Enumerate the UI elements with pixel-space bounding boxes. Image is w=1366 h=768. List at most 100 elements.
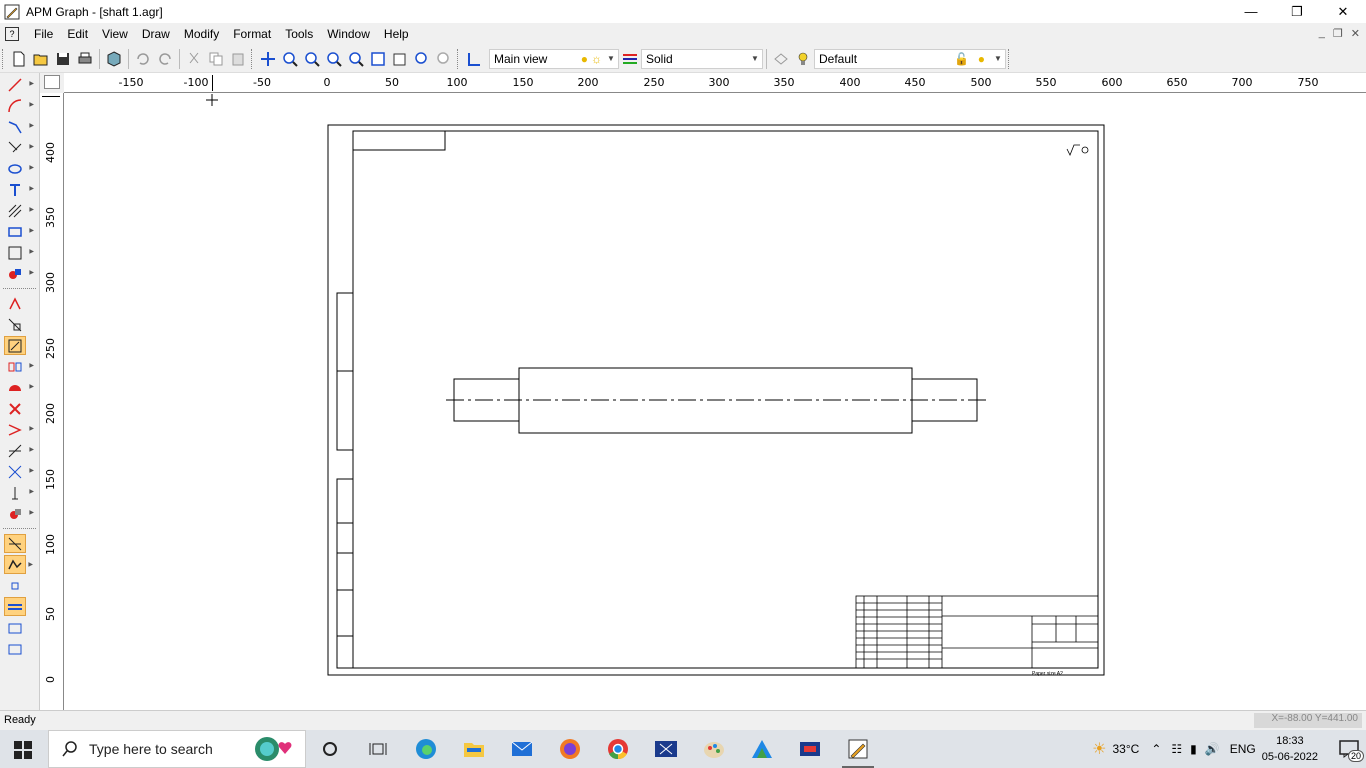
- ortho-mode-icon[interactable]: [4, 534, 26, 553]
- mail-icon[interactable]: [498, 730, 546, 768]
- menu-window[interactable]: Window: [320, 27, 377, 41]
- language-indicator[interactable]: ENG: [1230, 742, 1256, 756]
- temperature-text[interactable]: 33°C: [1113, 742, 1140, 756]
- toolbar-grip-4[interactable]: [1008, 48, 1011, 69]
- break-tool-icon[interactable]: ▶: [4, 462, 34, 481]
- clock[interactable]: 18:33 05-06-2022: [1262, 733, 1318, 765]
- cut-button[interactable]: [183, 48, 205, 70]
- apm-app-icon[interactable]: [738, 730, 786, 768]
- windows-start-icon[interactable]: [14, 741, 32, 762]
- zoom-realtime-icon[interactable]: [323, 48, 345, 70]
- menu-help[interactable]: Help: [377, 27, 416, 41]
- zoom-previous-icon[interactable]: [389, 48, 411, 70]
- copy-button[interactable]: [205, 48, 227, 70]
- cortana-icon[interactable]: [306, 730, 354, 768]
- grid-snap-icon[interactable]: [4, 576, 26, 595]
- menu-tools[interactable]: Tools: [278, 27, 320, 41]
- file-explorer-icon[interactable]: [450, 730, 498, 768]
- circle-tool-icon[interactable]: ▶: [4, 159, 34, 178]
- polar-mode-icon[interactable]: ▶: [4, 555, 33, 574]
- 3d-view-button[interactable]: [103, 48, 125, 70]
- menu-file[interactable]: File: [27, 27, 60, 41]
- drawing-canvas[interactable]: Paper size A2: [64, 93, 1366, 710]
- task-view-icon[interactable]: [354, 730, 402, 768]
- edge-icon[interactable]: [402, 730, 450, 768]
- chevron-down-icon[interactable]: ▼: [604, 50, 618, 68]
- mdi-minimize-button[interactable]: _: [1319, 27, 1325, 40]
- zoom-window-icon[interactable]: [301, 48, 323, 70]
- layer-on-icon[interactable]: [792, 48, 814, 70]
- line-weight-icon[interactable]: [4, 597, 26, 616]
- extend-tool-icon[interactable]: ▶: [4, 441, 34, 460]
- menu-draw[interactable]: Draw: [135, 27, 177, 41]
- toolbar-grip[interactable]: [2, 48, 5, 69]
- firefox-icon[interactable]: [546, 730, 594, 768]
- document-icon[interactable]: ?: [5, 27, 19, 41]
- notifications-button[interactable]: 20: [1332, 730, 1366, 768]
- save-button[interactable]: [52, 48, 74, 70]
- chevron-down-icon[interactable]: ▼: [991, 50, 1005, 68]
- block-tool-icon[interactable]: ▶: [4, 264, 34, 283]
- new-file-button[interactable]: [8, 48, 30, 70]
- close-button[interactable]: ✕: [1320, 0, 1366, 23]
- taskbar-search-box[interactable]: Type here to search: [48, 730, 306, 768]
- minimize-button[interactable]: —: [1228, 0, 1274, 23]
- menu-edit[interactable]: Edit: [60, 27, 95, 41]
- pan-icon[interactable]: [257, 48, 279, 70]
- snipping-tool-icon[interactable]: [642, 730, 690, 768]
- redo-button[interactable]: [154, 48, 176, 70]
- battery-icon[interactable]: ▮: [1190, 742, 1197, 756]
- arc-tool-icon[interactable]: ▶: [4, 96, 34, 115]
- select-window-icon[interactable]: [4, 315, 26, 334]
- zoom-disabled-icon[interactable]: [433, 48, 455, 70]
- apm-graph-taskbar-icon[interactable]: [834, 730, 882, 768]
- snap-tool-icon[interactable]: [4, 336, 26, 355]
- view-manager-icon[interactable]: [463, 48, 485, 70]
- measure-tool-icon[interactable]: ▶: [4, 483, 34, 502]
- dimension-tool-icon[interactable]: ▶: [4, 222, 34, 241]
- zoom-in-icon[interactable]: [279, 48, 301, 70]
- app-launcher-icon[interactable]: [786, 730, 834, 768]
- cloud-tool-icon[interactable]: ▶: [4, 378, 34, 397]
- tray-overflow-icon[interactable]: ⌃: [1151, 742, 1161, 756]
- text-tool-icon[interactable]: ▶: [4, 180, 34, 199]
- chrome-icon[interactable]: [594, 730, 642, 768]
- mdi-restore-button[interactable]: ❐: [1333, 27, 1343, 40]
- zoom-all-icon[interactable]: [367, 48, 389, 70]
- paint-icon[interactable]: [690, 730, 738, 768]
- trim-tool-icon[interactable]: ▶: [4, 420, 34, 439]
- hatch-tool-icon[interactable]: ▶: [4, 201, 34, 220]
- line-color-icon[interactable]: [619, 48, 641, 70]
- zoom-extents-icon[interactable]: [411, 48, 433, 70]
- mdi-close-button[interactable]: ✕: [1351, 27, 1360, 40]
- block-edit-icon[interactable]: [4, 639, 26, 658]
- volume-icon[interactable]: 🔊: [1205, 742, 1220, 756]
- delete-icon[interactable]: [4, 399, 26, 418]
- image-tool-icon[interactable]: ▶: [4, 243, 34, 262]
- print-button[interactable]: [74, 48, 96, 70]
- menu-format[interactable]: Format: [226, 27, 278, 41]
- weather-icon[interactable]: ☀: [1092, 739, 1106, 759]
- polyline-tool-icon[interactable]: ▶: [4, 117, 34, 136]
- properties-tool-icon[interactable]: ▶: [4, 504, 34, 523]
- line-tool-icon[interactable]: ▶: [4, 75, 34, 94]
- zoom-out-icon[interactable]: [345, 48, 367, 70]
- menu-modify[interactable]: Modify: [177, 27, 226, 41]
- view-select[interactable]: Main view ● ☼ ▼: [489, 48, 619, 69]
- menu-view[interactable]: View: [95, 27, 135, 41]
- linetype-select[interactable]: Solid ▼: [641, 48, 763, 69]
- layer-select[interactable]: Default 🔓 ● ▼: [814, 48, 1006, 69]
- layer-manager-icon[interactable]: [770, 48, 792, 70]
- open-file-button[interactable]: [30, 48, 52, 70]
- block-insert-icon[interactable]: [4, 618, 26, 637]
- network-icon[interactable]: ☷: [1171, 742, 1182, 756]
- undo-button[interactable]: [132, 48, 154, 70]
- select-tool-icon[interactable]: [4, 294, 26, 313]
- chevron-down-icon[interactable]: ▼: [748, 50, 762, 68]
- paste-button[interactable]: [227, 48, 249, 70]
- point-tool-icon[interactable]: ▶: [4, 138, 34, 157]
- toolbar-grip-2[interactable]: [251, 48, 254, 69]
- restore-button[interactable]: ❐: [1274, 0, 1320, 23]
- mirror-tool-icon[interactable]: ▶: [4, 357, 34, 376]
- toolbar-grip-3[interactable]: [457, 48, 460, 69]
